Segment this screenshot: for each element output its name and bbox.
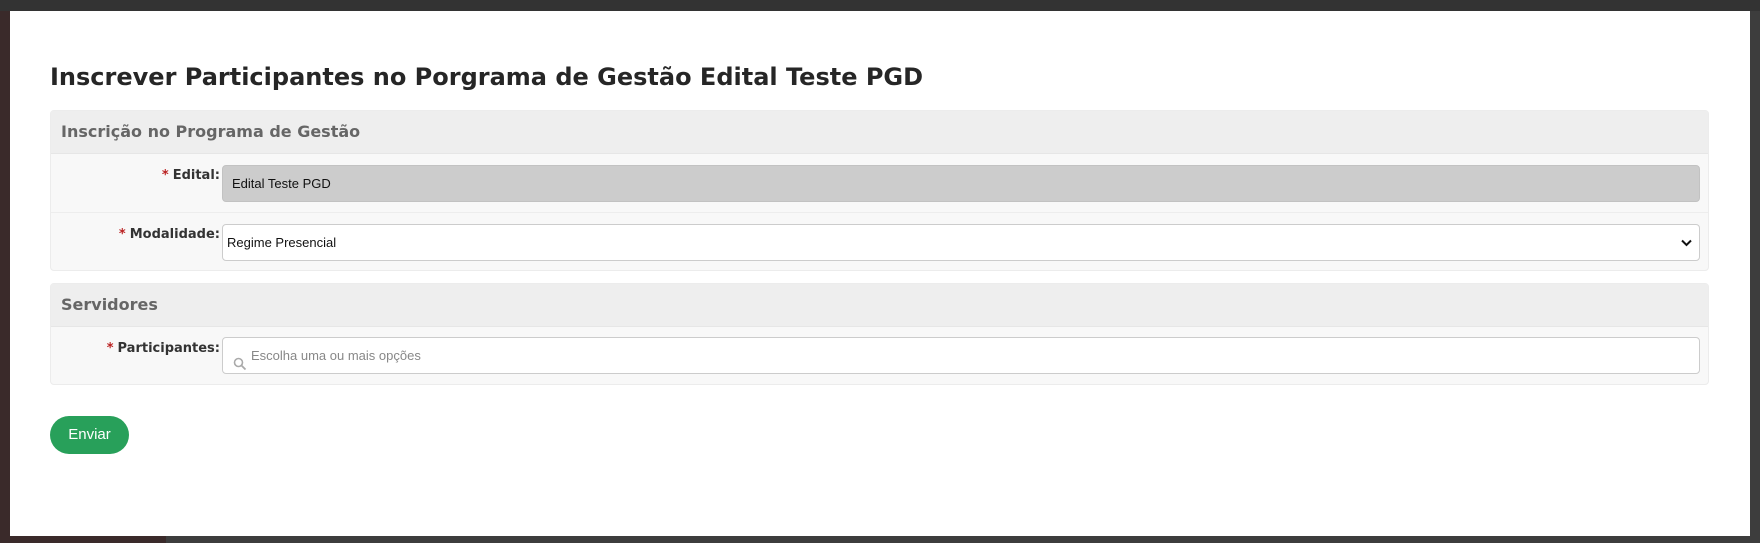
modalidade-label: * Modalidade: [119,227,220,242]
form-row-edital: * Edital: Edital Teste PGD [51,154,1708,213]
required-mark: * [161,168,169,183]
form-row-participantes: * Participantes: Escolha uma ou mais opçõ… [51,327,1708,385]
modalidade-select[interactable]: Regime Presencial [222,224,1700,261]
participantes-placeholder: Escolha uma ou mais opções [251,348,421,363]
panel-header-servidores: Servidores [51,284,1708,327]
panel-enrollment: Inscrição no Programa de Gestão * Edital:… [50,110,1709,271]
modal-title: Inscrever Participantes no Porgrama de G… [50,63,924,91]
modalidade-selected-value: Regime Presencial [227,235,337,250]
background-top-edge [0,0,1760,11]
participantes-label-text: Participantes: [117,341,221,356]
enrollment-modal: Inscrever Participantes no Porgrama de G… [10,11,1750,536]
edital-field: Edital Teste PGD [222,165,1700,202]
required-mark: * [118,227,126,242]
required-mark: * [106,341,114,356]
panel-header-enrollment: Inscrição no Programa de Gestão [51,111,1708,154]
participantes-search-input[interactable]: Escolha uma ou mais opções [222,337,1700,374]
edital-label-text: Edital: [172,168,220,183]
participantes-label: * Participantes: [107,341,220,356]
edital-label: * Edital: [162,168,220,183]
search-icon [233,349,247,371]
submit-button[interactable]: Enviar [50,416,129,454]
chevron-down-icon [1679,225,1693,260]
form-row-modalidade: * Modalidade: Regime Presencial [51,213,1708,271]
modalidade-label-text: Modalidade: [129,227,220,242]
panel-servidores: Servidores * Participantes: Escolha uma o… [50,283,1709,385]
